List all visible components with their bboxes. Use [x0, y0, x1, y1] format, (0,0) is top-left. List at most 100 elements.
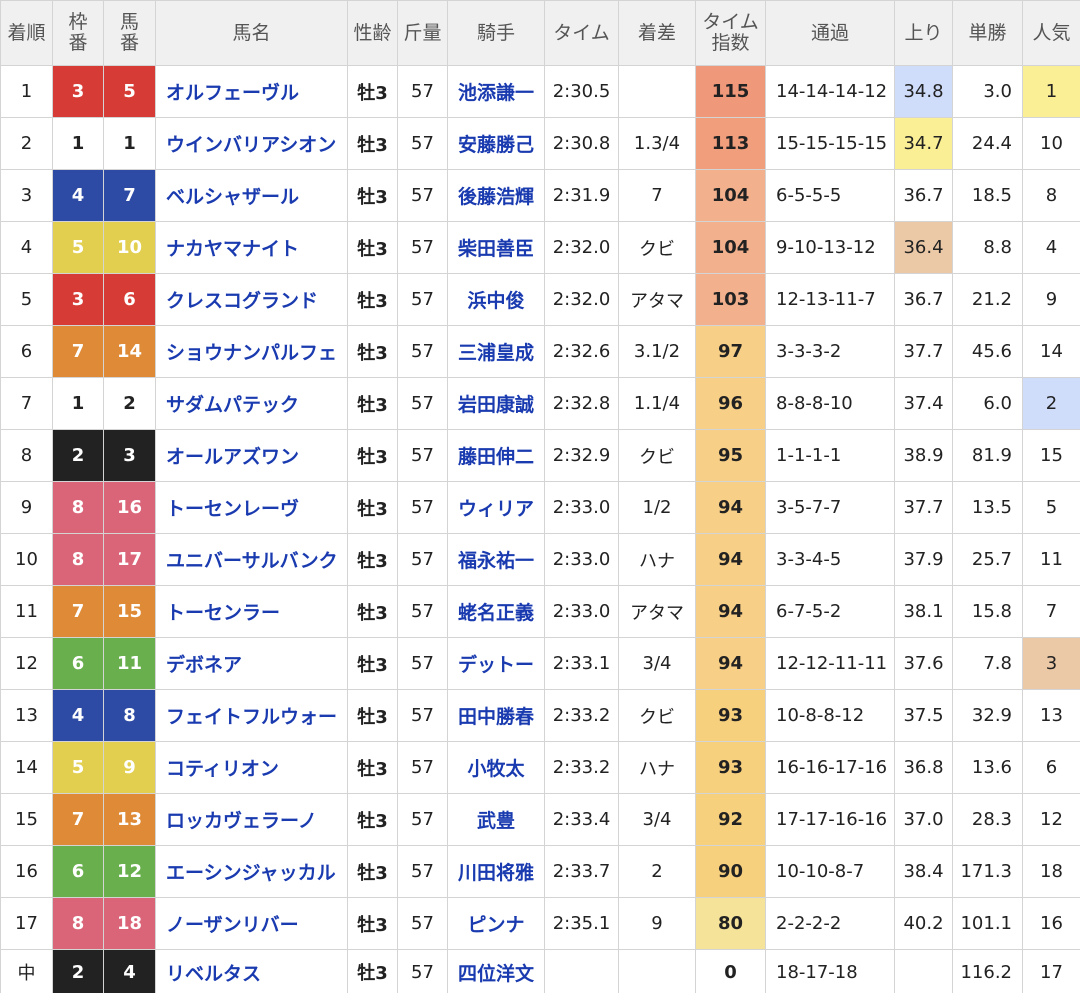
time-index-cell: 94: [695, 585, 766, 638]
passing-cell: 15-15-15-15: [765, 117, 895, 170]
jockey-cell: 蛯名正義: [447, 585, 545, 638]
weight-cell: 57: [397, 585, 448, 638]
jockey-link[interactable]: 川田将雅: [458, 862, 534, 884]
time-cell: 2:33.4: [544, 793, 619, 846]
jockey-link[interactable]: 浜中俊: [467, 290, 524, 312]
win-odds-cell: 101.1: [952, 897, 1023, 950]
jockey-link[interactable]: 柴田善臣: [458, 238, 534, 260]
jockey-link[interactable]: 四位洋文: [458, 963, 534, 985]
jockey-link[interactable]: 蛯名正義: [458, 602, 534, 624]
table-row: 14 5 9 コティリオン 牡3 57 小牧太 2:33.2 ハナ 93 16-16-17-16 36…: [0, 741, 1080, 794]
sex-age-cell: 牡3: [347, 221, 398, 274]
horse-name-link[interactable]: オルフェーヴル: [166, 82, 299, 104]
header-win-odds[interactable]: 単勝: [952, 0, 1023, 66]
agari-cell: 34.7: [894, 117, 953, 170]
header-uma[interactable]: 馬番: [103, 0, 156, 66]
sex-age-cell: 牡3: [347, 65, 398, 118]
horse-name-link[interactable]: エーシンジャッカル: [166, 862, 336, 884]
results-body: 1 3 5 オルフェーヴル 牡3 57 池添謙一 2:30.5 115 14-14-14-12 34…: [0, 65, 1080, 993]
jockey-link[interactable]: 池添謙一: [458, 82, 534, 104]
jockey-link[interactable]: 三浦皇成: [458, 342, 534, 364]
jockey-link[interactable]: 後藤浩輝: [458, 186, 534, 208]
horse-name-link[interactable]: フェイトフルウォー: [166, 706, 337, 728]
jockey-link[interactable]: 安藤勝己: [458, 134, 534, 156]
win-odds-cell: 116.2: [952, 949, 1023, 993]
header-horse-name[interactable]: 馬名: [155, 0, 348, 66]
margin-cell: ハナ: [618, 533, 696, 586]
horse-name-link[interactable]: トーセンラー: [166, 602, 280, 624]
passing-cell: 3-5-7-7: [765, 481, 895, 534]
header-rank[interactable]: 着順: [0, 0, 53, 66]
weight-cell: 57: [397, 377, 448, 430]
time-index-cell: 93: [695, 741, 766, 794]
jockey-cell: 浜中俊: [447, 273, 545, 326]
table-row: 2 1 1 ウインバリアシオン 牡3 57 安藤勝己 2:30.8 1.3/4 113 15-15-…: [0, 117, 1080, 170]
popularity-cell: 1: [1022, 65, 1080, 118]
header-time-index[interactable]: タイム 指数: [695, 0, 766, 66]
time-index-cell: 96: [695, 377, 766, 430]
jockey-link[interactable]: ウィリア: [458, 498, 534, 520]
popularity-cell: 15: [1022, 429, 1080, 482]
header-sex-age[interactable]: 性齢: [347, 0, 398, 66]
header-popularity[interactable]: 人気: [1022, 0, 1080, 66]
header-time[interactable]: タイム: [544, 0, 619, 66]
time-index-cell: 97: [695, 325, 766, 378]
horse-name-link[interactable]: ウインバリアシオン: [166, 134, 336, 156]
horse-name-link[interactable]: リベルタス: [166, 963, 261, 985]
time-cell: 2:32.9: [544, 429, 619, 482]
jockey-link[interactable]: デットー: [458, 654, 534, 676]
header-waku[interactable]: 枠番: [52, 0, 104, 66]
time-cell: 2:33.7: [544, 845, 619, 898]
passing-cell: 18-17-18: [765, 949, 895, 993]
horse-name-link[interactable]: クレスコグランド: [166, 290, 318, 312]
jockey-cell: 武豊: [447, 793, 545, 846]
waku-cell: 8: [52, 481, 104, 534]
horse-name-link[interactable]: オールアズワン: [166, 446, 299, 468]
table-row: 17 8 18 ノーザンリバー 牡3 57 ピンナ 2:35.1 9 80 2-2-2-2 40.2 1…: [0, 897, 1080, 950]
horse-name-cell: ベルシャザール: [155, 169, 348, 222]
uma-cell: 7: [103, 169, 156, 222]
horse-name-cell: トーセンレーヴ: [155, 481, 348, 534]
horse-name-link[interactable]: ノーザンリバー: [166, 914, 299, 936]
agari-cell: [894, 949, 953, 993]
time-index-cell: 103: [695, 273, 766, 326]
horse-name-cell: ノーザンリバー: [155, 897, 348, 950]
uma-cell: 5: [103, 65, 156, 118]
horse-name-link[interactable]: ユニバーサルバンク: [166, 550, 338, 572]
sex-age-cell: 牡3: [347, 793, 398, 846]
uma-cell: 13: [103, 793, 156, 846]
table-row: 15 7 13 ロッカヴェラーノ 牡3 57 武豊 2:33.4 3/4 92 17-17-16-1…: [0, 793, 1080, 846]
horse-name-link[interactable]: トーセンレーヴ: [166, 498, 299, 520]
horse-name-link[interactable]: ナカヤマナイト: [166, 238, 299, 260]
jockey-link[interactable]: 武豊: [477, 810, 515, 832]
header-jockey[interactable]: 騎手: [447, 0, 545, 66]
jockey-cell: デットー: [447, 637, 545, 690]
jockey-link[interactable]: ピンナ: [467, 914, 524, 936]
header-agari[interactable]: 上り: [894, 0, 953, 66]
header-weight[interactable]: 斤量: [397, 0, 448, 66]
horse-name-cell: ユニバーサルバンク: [155, 533, 348, 586]
jockey-cell: 藤田伸二: [447, 429, 545, 482]
jockey-cell: 柴田善臣: [447, 221, 545, 274]
jockey-link[interactable]: 岩田康誠: [458, 394, 534, 416]
uma-cell: 15: [103, 585, 156, 638]
jockey-cell: 三浦皇成: [447, 325, 545, 378]
header-margin[interactable]: 着差: [618, 0, 696, 66]
horse-name-link[interactable]: ベルシャザール: [166, 186, 299, 208]
horse-name-link[interactable]: サダムパテック: [166, 394, 299, 416]
rank-cell: 3: [0, 169, 53, 222]
jockey-link[interactable]: 小牧太: [467, 758, 524, 780]
passing-cell: 14-14-14-12: [765, 65, 895, 118]
jockey-link[interactable]: 田中勝春: [458, 706, 534, 728]
table-row: 8 2 3 オールアズワン 牡3 57 藤田伸二 2:32.9 クビ 95 1-1-1-1 38.9 8…: [0, 429, 1080, 482]
horse-name-link[interactable]: コティリオン: [166, 758, 279, 780]
jockey-link[interactable]: 藤田伸二: [458, 446, 534, 468]
agari-cell: 36.8: [894, 741, 953, 794]
horse-name-link[interactable]: デボネア: [166, 654, 242, 676]
header-passing[interactable]: 通過: [765, 0, 895, 66]
horse-name-link[interactable]: ショウナンパルフェ: [166, 342, 337, 364]
horse-name-link[interactable]: ロッカヴェラーノ: [166, 810, 317, 832]
popularity-cell: 13: [1022, 689, 1080, 742]
margin-cell: [618, 65, 696, 118]
jockey-link[interactable]: 福永祐一: [458, 550, 534, 572]
